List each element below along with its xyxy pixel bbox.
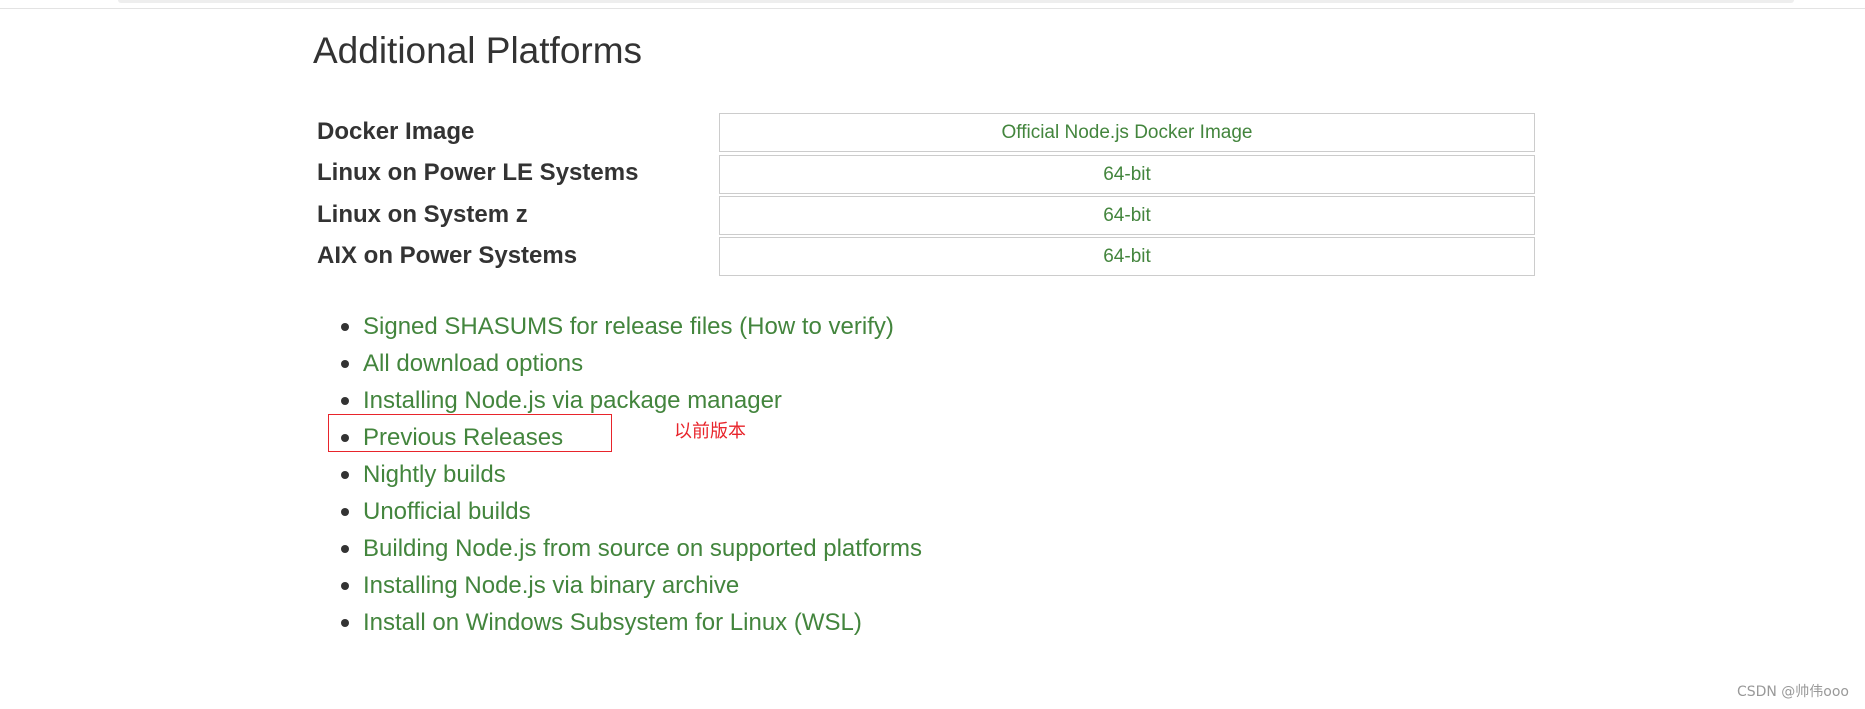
all-download-options-link[interactable]: All download options xyxy=(363,350,583,377)
platform-label-power-le: Linux on Power LE Systems xyxy=(317,159,639,186)
download-links-list: Signed SHASUMS for release files (How to… xyxy=(338,308,922,641)
system-z-64bit-button[interactable]: 64-bit xyxy=(719,196,1535,235)
platform-label-aix: AIX on Power Systems xyxy=(317,242,578,269)
bullet-icon xyxy=(341,471,349,479)
bullet-icon xyxy=(341,508,349,516)
platform-label-docker: Docker Image xyxy=(317,118,475,145)
highlight-box xyxy=(328,414,612,452)
page: Additional Platforms Docker Image Offici… xyxy=(0,0,1865,709)
bullet-icon xyxy=(341,323,349,331)
wsl-install-link[interactable]: Install on Windows Subsystem for Linux (… xyxy=(363,609,862,636)
watermark: CSDN @帅伟ooo xyxy=(1736,684,1849,700)
power-le-64bit-button[interactable]: 64-bit xyxy=(719,155,1535,194)
list-item: Unofficial builds xyxy=(338,493,922,530)
top-navigation-edge xyxy=(0,0,1865,9)
bullet-icon xyxy=(341,619,349,627)
bullet-icon xyxy=(341,545,349,553)
unofficial-builds-link[interactable]: Unofficial builds xyxy=(363,498,531,525)
bullet-icon xyxy=(341,397,349,405)
list-item: Installing Node.js via binary archive xyxy=(338,567,922,604)
bullet-icon xyxy=(341,582,349,590)
list-item: Install on Windows Subsystem for Linux (… xyxy=(338,604,922,641)
list-item: Building Node.js from source on supporte… xyxy=(338,530,922,567)
platform-label-system-z: Linux on System z xyxy=(317,201,528,228)
search-bar-edge xyxy=(118,0,1794,3)
annotation-label: 以前版本 xyxy=(674,421,746,442)
docker-image-button[interactable]: Official Node.js Docker Image xyxy=(719,113,1535,152)
aix-64bit-button[interactable]: 64-bit xyxy=(719,237,1535,276)
nightly-builds-link[interactable]: Nightly builds xyxy=(363,461,506,488)
list-item: All download options xyxy=(338,345,922,382)
package-manager-link[interactable]: Installing Node.js via package manager xyxy=(363,387,782,414)
binary-archive-link[interactable]: Installing Node.js via binary archive xyxy=(363,572,739,599)
build-from-source-link[interactable]: Building Node.js from source on supporte… xyxy=(363,535,922,562)
bullet-icon xyxy=(341,360,349,368)
list-item: Signed SHASUMS for release files (How to… xyxy=(338,308,922,345)
shasums-link[interactable]: Signed SHASUMS for release files (How to… xyxy=(363,313,894,340)
section-title: Additional Platforms xyxy=(313,30,643,71)
list-item: Nightly builds xyxy=(338,456,922,493)
